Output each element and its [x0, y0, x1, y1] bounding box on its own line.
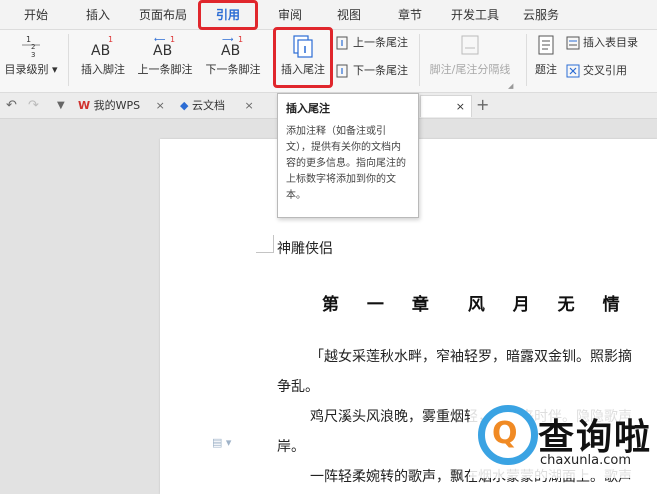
toc-level-button[interactable]: 1 2 3 目录级别 ▾ — [0, 34, 62, 77]
tab-my-wps[interactable]: W 我的WPS × — [78, 95, 174, 117]
prev-footnote-icon-text: AB — [153, 43, 172, 58]
cross-reference-label: 交叉引用 — [583, 64, 627, 77]
tab-cloud-service[interactable]: 云服务 — [523, 0, 559, 30]
caption-button[interactable]: 题注 — [530, 34, 562, 77]
caption-label: 题注 — [535, 63, 557, 76]
margin-corner-mark — [256, 235, 274, 253]
next-footnote-label: 下一条脚注 — [205, 63, 261, 76]
close-icon[interactable]: × — [244, 99, 253, 112]
prev-footnote-button[interactable]: ⟵ 1 AB 上一条脚注 — [135, 34, 195, 77]
tab-developer-tools[interactable]: 开发工具 — [451, 0, 499, 30]
close-icon[interactable]: × — [156, 99, 165, 112]
prev-endnote-icon — [336, 36, 348, 50]
tab-cloud-docs-label: 云文档 — [191, 99, 225, 112]
next-footnote-button[interactable]: ⟶ 1 AB 下一条脚注 — [203, 34, 263, 77]
next-footnote-icon-text: AB — [221, 43, 240, 58]
toc-level-icon-num2: 2 — [31, 43, 35, 51]
insert-footnote-button[interactable]: 1 AB 插入脚注 — [77, 34, 129, 77]
document-title-line: 神雕侠侣 — [277, 241, 333, 257]
prev-footnote-label: 上一条脚注 — [137, 63, 193, 76]
watermark-logo-icon: Q — [492, 416, 518, 451]
next-endnote-label: 下一条尾注 — [353, 64, 408, 77]
highlight-box-insert-endnote — [273, 27, 333, 88]
chapter-heading: 第 一 章 风 月 无 情 — [322, 295, 631, 315]
tooltip-title: 插入尾注 — [286, 102, 330, 115]
redo-icon[interactable]: ↷ — [28, 98, 39, 113]
paragraph-layout-icon[interactable]: ▤ ▾ — [212, 436, 231, 449]
next-endnote-icon — [336, 64, 348, 78]
ribbon-separator — [526, 34, 527, 86]
paragraph-line: 争乱。 — [277, 379, 319, 395]
ribbon-separator — [68, 34, 69, 86]
toc-level-icon: 1 2 3 — [22, 35, 40, 58]
tab-insert[interactable]: 插入 — [86, 0, 110, 30]
footnote-separator-label: 脚注/尾注分隔线 — [429, 63, 511, 76]
tab-chapter[interactable]: 章节 — [398, 0, 422, 30]
insert-footnote-label: 插入脚注 — [81, 63, 125, 76]
caption-icon — [538, 35, 554, 55]
footnote-separator-button[interactable]: 脚注/尾注分隔线 — [424, 34, 516, 77]
next-footnote-icon: ⟶ 1 AB — [221, 35, 243, 58]
cross-reference-icon — [566, 64, 580, 78]
close-icon[interactable]: × — [456, 100, 465, 113]
quick-access-dropdown-icon[interactable]: ▼ — [57, 100, 65, 111]
prev-endnote-label: 上一条尾注 — [353, 36, 408, 49]
ribbon-separator — [419, 34, 420, 86]
tab-review[interactable]: 审阅 — [278, 0, 302, 30]
cloud-docs-icon: ◆ — [180, 99, 189, 112]
prev-endnote-button[interactable]: 上一条尾注 — [336, 35, 408, 51]
next-endnote-button[interactable]: 下一条尾注 — [336, 63, 408, 79]
cross-reference-button[interactable]: 交叉引用 — [566, 63, 627, 79]
paragraph-line: 岸。 — [277, 439, 305, 455]
highlight-box-references-tab — [198, 0, 258, 30]
insert-table-of-figures-label: 插入表目录 — [583, 36, 638, 49]
tab-home[interactable]: 开始 — [24, 0, 48, 30]
toc-level-icon-num3: 3 — [31, 51, 35, 58]
insert-footnote-icon: 1 AB — [91, 35, 113, 58]
prev-footnote-icon: ⟵ 1 AB — [153, 35, 175, 58]
tab-my-wps-label: 我的WPS — [93, 99, 141, 112]
new-tab-plus-icon[interactable]: + — [476, 95, 489, 114]
tab-page-layout[interactable]: 页面布局 — [139, 0, 187, 30]
wps-logo-icon: W — [78, 99, 91, 112]
tab-cloud-docs[interactable]: ◆ 云文档 × — [180, 95, 272, 117]
tooltip-body: 添加注释（如备注或引文），提供有关你的文档内容的更多信息。指向尾注的上标数字将添… — [286, 126, 406, 201]
tab-view[interactable]: 视图 — [337, 0, 361, 30]
toc-level-label: 目录级别 ▾ — [4, 63, 58, 76]
tab-current-document[interactable]: × — [420, 95, 472, 117]
insert-endnote-tooltip: 插入尾注 添加注释（如备注或引文），提供有关你的文档内容的更多信息。指向尾注的上… — [277, 93, 419, 218]
paragraph-line: 「越女采莲秋水畔，窄袖轻罗，暗露双金钏。照影摘 — [310, 349, 632, 365]
table-of-figures-icon — [566, 36, 580, 50]
insert-footnote-icon-text: AB — [91, 43, 110, 58]
dialog-launcher-icon[interactable]: ◢ — [508, 82, 513, 90]
undo-icon[interactable]: ↶ — [6, 98, 17, 113]
menu-bar: 开始 插入 页面布局 引用 审阅 视图 章节 开发工具 云服务 — [0, 0, 657, 30]
watermark-url: chaxunla.com — [540, 453, 631, 468]
separator-line-icon — [461, 35, 479, 55]
insert-table-of-figures-button[interactable]: 插入表目录 — [566, 35, 638, 51]
